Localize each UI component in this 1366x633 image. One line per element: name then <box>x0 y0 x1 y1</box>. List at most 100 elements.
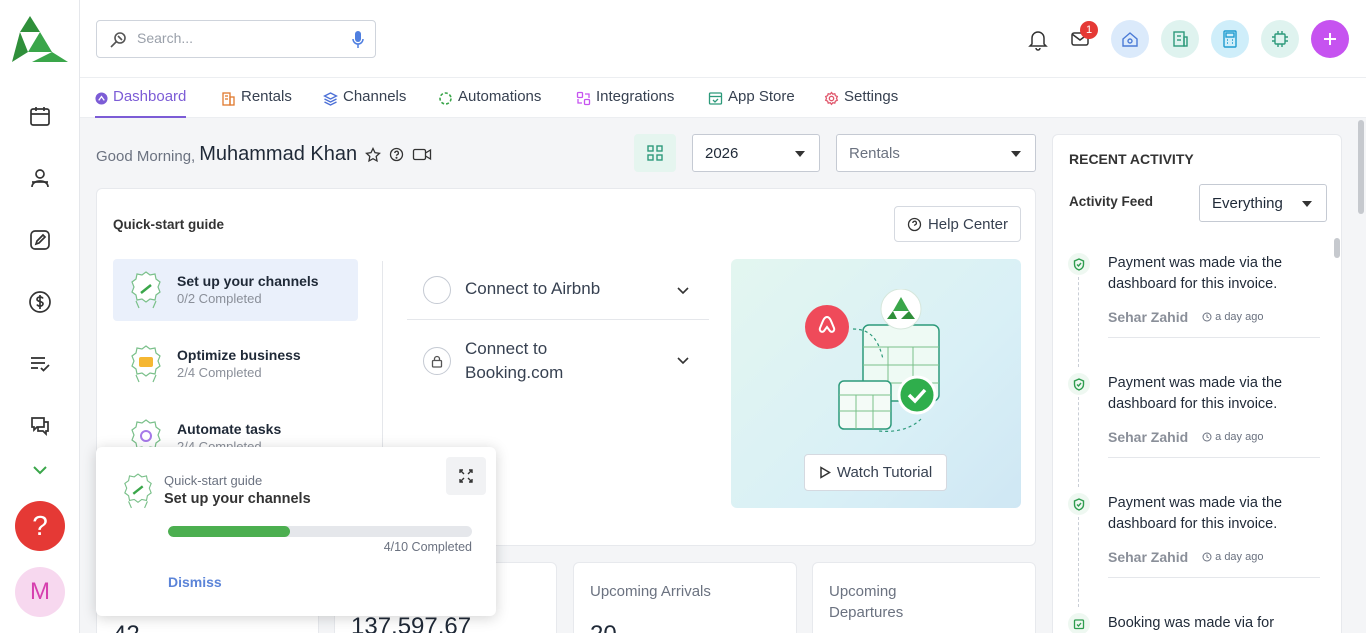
step-optimize-business[interactable]: Optimize business 2/4 Completed <box>113 333 358 395</box>
accordion-label: Connect to Booking.com <box>465 339 564 382</box>
brand-logo[interactable] <box>12 16 68 64</box>
guests-icon[interactable] <box>26 164 54 192</box>
help-circle-icon <box>907 217 922 231</box>
rentals-select-value: Rentals <box>849 144 900 162</box>
channel-sync-illustration <box>805 289 940 432</box>
watch-tutorial-button[interactable]: Watch Tutorial <box>804 454 947 491</box>
chevron-down-icon <box>677 287 689 295</box>
stat-value: 42 <box>113 621 140 633</box>
accordion-label: Connect to Airbnb <box>465 279 601 298</box>
business-badge-icon <box>131 345 161 383</box>
tab-channels[interactable]: Channels <box>323 88 406 118</box>
question-icon[interactable] <box>389 147 404 162</box>
quickstart-popup: Quick-start guide Set up your channels 4… <box>96 447 496 616</box>
user-name: Muhammad Khan <box>199 143 358 165</box>
smart-home-button[interactable] <box>1111 20 1149 58</box>
video-icon[interactable] <box>412 147 432 162</box>
tasks-icon[interactable] <box>26 350 54 378</box>
rentals-icon <box>222 92 235 106</box>
activity-time: a day ago <box>1202 311 1263 323</box>
step-setup-channels[interactable]: Set up your channels 0/2 Completed <box>113 259 358 321</box>
calculator-button[interactable] <box>1211 20 1249 58</box>
dashboard-icon <box>95 92 108 105</box>
bell-icon[interactable] <box>1028 29 1048 51</box>
activity-time-text: a day ago <box>1215 431 1264 443</box>
accordion-airbnb[interactable]: Connect to Airbnb <box>407 274 709 320</box>
step-status: 2/4 Completed <box>177 365 262 380</box>
step-status: 0/2 Completed <box>177 291 262 306</box>
activity-text: Booking was made via for <box>1108 615 1275 631</box>
mail-count-badge: 1 <box>1080 21 1098 39</box>
layout-toggle-button[interactable] <box>634 134 676 172</box>
dismiss-link[interactable]: Dismiss <box>168 574 222 590</box>
activity-meta: Sehar Zahid a day ago <box>1108 549 1263 565</box>
lock-icon <box>431 355 443 368</box>
stat-value: 20 <box>590 621 617 633</box>
edit-icon[interactable] <box>26 226 54 254</box>
tab-settings[interactable]: Settings <box>824 88 898 118</box>
year-select-value: 2026 <box>705 144 739 162</box>
channels-badge-icon <box>131 271 161 309</box>
microphone-icon[interactable] <box>351 30 365 50</box>
activity-text: Payment was made via the dashboard for t… <box>1108 495 1283 532</box>
popup-label: Quick-start guide <box>164 473 263 488</box>
progress-text: 4/10 Completed <box>383 540 472 554</box>
step-title: Set up your channels <box>177 273 319 289</box>
tab-rentals[interactable]: Rentals <box>221 88 292 118</box>
search-input[interactable] <box>137 30 337 46</box>
activity-filter-value: Everything <box>1212 194 1283 212</box>
stat-card-upcoming-arrivals[interactable]: Upcoming Arrivals 20 <box>573 562 797 633</box>
star-icon[interactable] <box>365 146 382 163</box>
activity-title: RECENT ACTIVITY <box>1069 151 1194 167</box>
watch-tutorial-label: Watch Tutorial <box>836 464 933 481</box>
help-center-button[interactable]: Help Center <box>894 206 1021 242</box>
chevron-down-icon[interactable] <box>26 456 54 484</box>
building-icon <box>1173 31 1188 47</box>
accordion-booking[interactable]: Connect to Booking.com <box>407 335 709 385</box>
channels-icon <box>323 92 338 106</box>
timeline-connector <box>1078 517 1079 607</box>
shield-check-icon <box>1068 493 1090 515</box>
top-bar: 1 <box>80 0 1366 78</box>
avatar-initial: M <box>30 578 50 605</box>
building-button[interactable] <box>1161 20 1199 58</box>
tab-app-store[interactable]: App Store <box>708 88 795 118</box>
user-avatar[interactable]: M <box>15 567 65 617</box>
calendar-icon[interactable] <box>26 102 54 130</box>
tab-automations[interactable]: Automations <box>438 88 541 118</box>
page-scrollbar-thumb[interactable] <box>1358 120 1364 214</box>
tab-integrations[interactable]: Integrations <box>576 88 674 118</box>
tab-integrations-label: Integrations <box>596 88 675 105</box>
clock-icon <box>1202 552 1212 562</box>
lock-circle <box>423 347 451 375</box>
tutorial-panel: Watch Tutorial <box>731 259 1021 508</box>
activity-divider <box>1108 337 1320 338</box>
add-button[interactable] <box>1311 20 1349 58</box>
ai-chip-button[interactable] <box>1261 20 1299 58</box>
rentals-select-caret-icon <box>1011 151 1021 157</box>
help-button[interactable]: ? <box>15 501 65 551</box>
activity-time: a day ago <box>1202 431 1263 443</box>
activity-feed-label: Activity Feed <box>1069 194 1154 209</box>
activity-author: Sehar Zahid <box>1108 549 1189 565</box>
expand-button[interactable] <box>446 457 486 495</box>
app-store-icon <box>708 92 723 105</box>
year-select[interactable]: 2026 <box>692 134 820 172</box>
search-icon <box>109 30 129 50</box>
tab-channels-label: Channels <box>343 88 407 105</box>
messages-icon[interactable] <box>26 412 54 440</box>
dollar-icon[interactable] <box>26 288 54 316</box>
main-tabs: Dashboard Rentals Channels Automations I… <box>80 78 1366 118</box>
stat-title: Upcoming Departures <box>829 583 904 621</box>
popup-title: Set up your channels <box>164 491 311 507</box>
play-icon <box>820 466 831 479</box>
timeline-connector <box>1078 397 1079 487</box>
tab-rentals-label: Rentals <box>241 88 292 105</box>
tab-dashboard[interactable]: Dashboard <box>95 88 187 118</box>
tab-dashboard-label: Dashboard <box>113 88 187 105</box>
stat-card-upcoming-departures[interactable]: Upcoming Departures <box>812 562 1036 633</box>
quickstart-title: Quick-start guide <box>113 217 225 232</box>
activity-filter-select[interactable]: Everything <box>1199 184 1327 222</box>
rentals-select[interactable]: Rentals <box>836 134 1036 172</box>
activity-scrollbar[interactable] <box>1334 238 1340 258</box>
